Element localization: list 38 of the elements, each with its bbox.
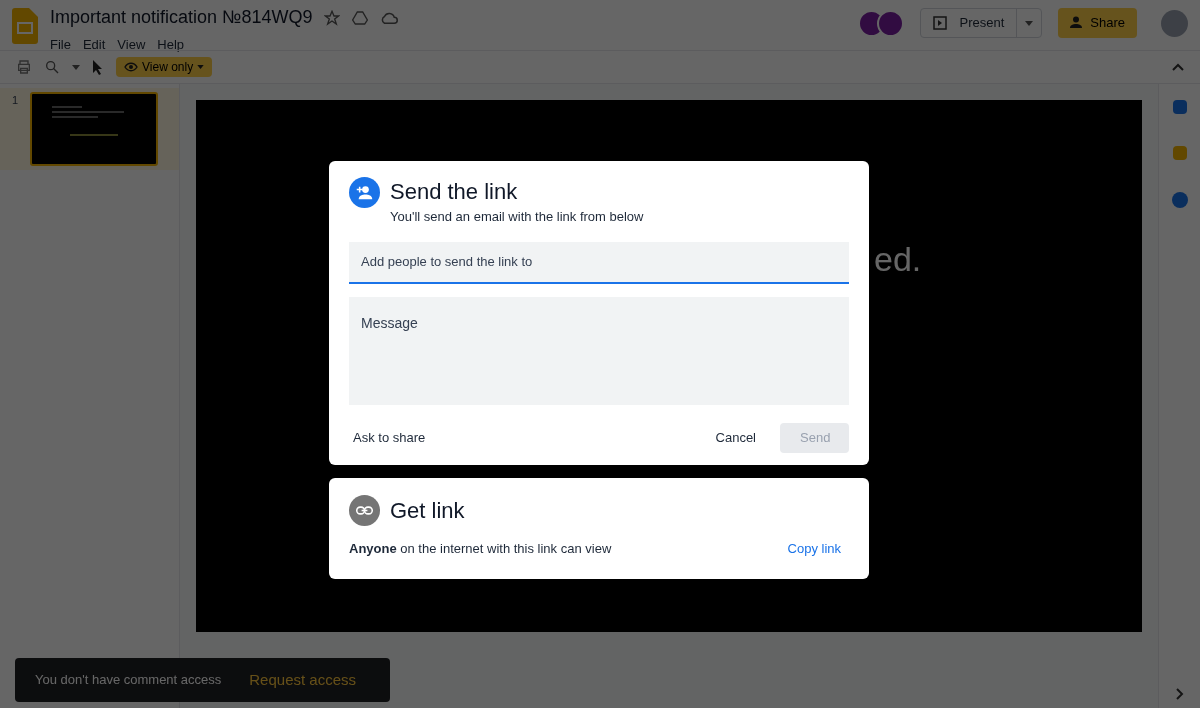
slide-text: ed. (874, 239, 922, 280)
link-icon (349, 494, 380, 526)
slide-thumbnail-row[interactable]: 1 (0, 88, 179, 170)
ask-to-share-button[interactable]: Ask to share (345, 422, 434, 453)
dialog-subtitle: You'll send an email with the link from below (390, 208, 644, 226)
caret-icon (197, 65, 205, 69)
cursor-icon[interactable] (92, 59, 104, 75)
menu-item[interactable]: Help (157, 35, 185, 55)
star-icon[interactable] (324, 9, 341, 26)
menu-item[interactable]: Edit (82, 35, 106, 55)
expand-icon[interactable] (1175, 688, 1184, 700)
caret-icon (1025, 20, 1034, 26)
link-access-description: Anyone on the internet with this link can view (349, 539, 612, 558)
recipients-field[interactable]: Add people to send the link to (349, 241, 849, 284)
menu-item[interactable]: File (50, 35, 71, 55)
view-only-button[interactable]: View only (116, 57, 213, 77)
present-icon (933, 16, 948, 30)
print-icon[interactable] (16, 59, 32, 75)
message-field[interactable]: Message (349, 296, 849, 405)
eye-icon (124, 62, 138, 72)
caret-icon[interactable] (72, 64, 80, 70)
add-person-icon (349, 177, 380, 208)
dialog-title: Get link (390, 496, 465, 525)
slide-thumbnail[interactable] (30, 92, 159, 166)
account-avatar[interactable] (1161, 9, 1188, 37)
person-icon (1070, 16, 1083, 30)
collapse-icon[interactable] (1172, 63, 1184, 71)
dialog-title: Send the link (390, 178, 519, 206)
cancel-button[interactable]: Cancel (699, 422, 772, 453)
snackbar-message: You don't have comment access (35, 671, 222, 690)
copy-link-button[interactable]: Copy link (779, 534, 849, 563)
slides-logo-icon[interactable] (12, 8, 38, 44)
document-title[interactable]: Important notification №814WQ9 (50, 4, 313, 31)
request-access-button[interactable]: Request access (249, 668, 356, 692)
menu-item[interactable]: View (117, 35, 146, 55)
share-button[interactable]: Share (1058, 8, 1137, 38)
slide-number: 1 (12, 93, 19, 108)
zoom-icon[interactable] (44, 59, 60, 75)
